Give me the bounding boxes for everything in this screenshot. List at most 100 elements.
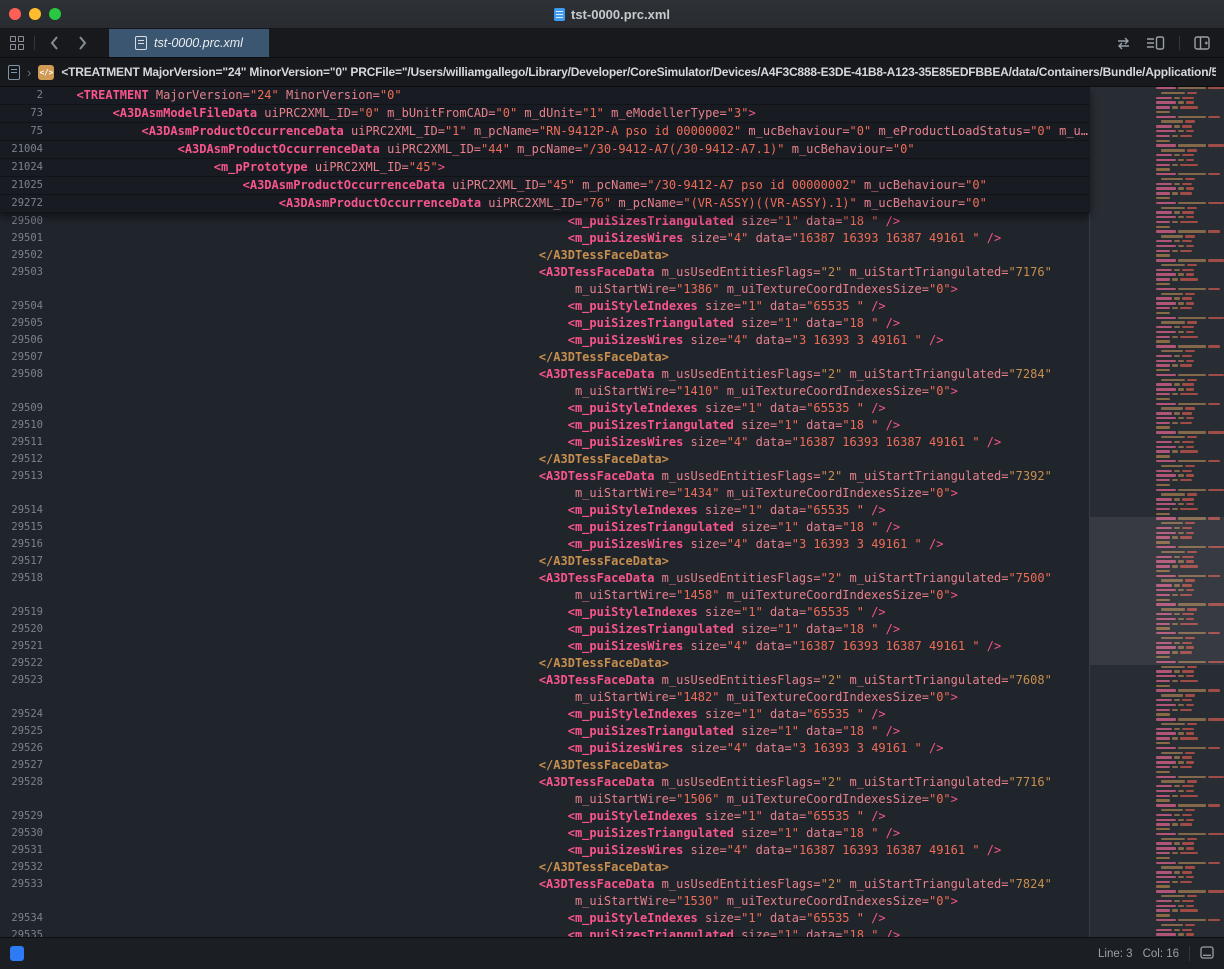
- line-number[interactable]: 29506: [0, 332, 55, 349]
- code-line[interactable]: 29512 </A3DTessFaceData>: [0, 451, 1090, 468]
- line-number[interactable]: [0, 383, 55, 400]
- line-number[interactable]: 29528: [0, 774, 55, 791]
- line-number[interactable]: 29505: [0, 315, 55, 332]
- line-number[interactable]: 21024: [0, 159, 55, 176]
- code-line[interactable]: m_uiStartWire="1482" m_uiTextureCoordInd…: [0, 689, 1090, 706]
- line-number[interactable]: 29532: [0, 859, 55, 876]
- code-line[interactable]: 29530 <m_puiSizesTriangulated size="1" d…: [0, 825, 1090, 842]
- line-number[interactable]: 29527: [0, 757, 55, 774]
- line-number[interactable]: 29530: [0, 825, 55, 842]
- minimap[interactable]: [1089, 87, 1224, 937]
- code-area[interactable]: <m_puiStyleIndexes size="1" data="65535 …: [0, 207, 1090, 937]
- line-number[interactable]: [0, 791, 55, 808]
- toggle-panel-icon[interactable]: [1200, 946, 1214, 962]
- code-line[interactable]: 29522 </A3DTessFaceData>: [0, 655, 1090, 672]
- code-line[interactable]: 29502 </A3DTessFaceData>: [0, 247, 1090, 264]
- close-window-button[interactable]: [9, 8, 21, 20]
- line-number[interactable]: 29510: [0, 417, 55, 434]
- code-line[interactable]: 29516 <m_puiSizesWires size="4" data="3 …: [0, 536, 1090, 553]
- code-line[interactable]: 75 <A3DAsmProductOccurrenceData uiPRC2XM…: [0, 123, 1090, 141]
- line-number[interactable]: 29522: [0, 655, 55, 672]
- line-number[interactable]: [0, 689, 55, 706]
- line-number[interactable]: 29533: [0, 876, 55, 893]
- preview-icon[interactable]: [1146, 36, 1165, 50]
- line-number[interactable]: 29500: [0, 213, 55, 230]
- line-number[interactable]: 29502: [0, 247, 55, 264]
- code-line[interactable]: 29525 <m_puiSizesTriangulated size="1" d…: [0, 723, 1090, 740]
- line-number[interactable]: 29503: [0, 264, 55, 281]
- line-number[interactable]: 21004: [0, 141, 55, 158]
- breadcrumb[interactable]: › </> <TREATMENT MajorVersion="24" Minor…: [0, 58, 1224, 87]
- code-line[interactable]: m_uiStartWire="1410" m_uiTextureCoordInd…: [0, 383, 1090, 400]
- line-number[interactable]: 29526: [0, 740, 55, 757]
- code-line[interactable]: 29519 <m_puiStyleIndexes size="1" data="…: [0, 604, 1090, 621]
- code-line[interactable]: m_uiStartWire="1530" m_uiTextureCoordInd…: [0, 893, 1090, 910]
- code-line[interactable]: 29534 <m_puiStyleIndexes size="1" data="…: [0, 910, 1090, 927]
- line-number[interactable]: 29509: [0, 400, 55, 417]
- line-number[interactable]: 29529: [0, 808, 55, 825]
- code-line[interactable]: 29532 </A3DTessFaceData>: [0, 859, 1090, 876]
- line-number[interactable]: 29534: [0, 910, 55, 927]
- line-number[interactable]: 29514: [0, 502, 55, 519]
- code-line[interactable]: m_uiStartWire="1506" m_uiTextureCoordInd…: [0, 791, 1090, 808]
- show-all-tabs-icon[interactable]: [10, 36, 24, 50]
- code-line[interactable]: m_uiStartWire="1458" m_uiTextureCoordInd…: [0, 587, 1090, 604]
- line-number[interactable]: 29272: [0, 195, 55, 212]
- line-number[interactable]: 29535: [0, 927, 55, 937]
- code-line[interactable]: 29533 <A3DTessFaceData m_usUsedEntitiesF…: [0, 876, 1090, 893]
- sticky-context-lines[interactable]: 2 <TREATMENT MajorVersion="24" MinorVers…: [0, 87, 1090, 213]
- code-line[interactable]: 29507 </A3DTessFaceData>: [0, 349, 1090, 366]
- file-status-badge[interactable]: [10, 946, 24, 961]
- code-line[interactable]: 29510 <m_puiSizesTriangulated size="1" d…: [0, 417, 1090, 434]
- line-number[interactable]: 2: [0, 87, 55, 104]
- code-line[interactable]: 29511 <m_puiSizesWires size="4" data="16…: [0, 434, 1090, 451]
- code-line[interactable]: 29501 <m_puiSizesWires size="4" data="16…: [0, 230, 1090, 247]
- line-number[interactable]: 29504: [0, 298, 55, 315]
- code-line[interactable]: m_uiStartWire="1434" m_uiTextureCoordInd…: [0, 485, 1090, 502]
- line-number[interactable]: 29507: [0, 349, 55, 366]
- line-number[interactable]: 75: [0, 123, 55, 140]
- code-line[interactable]: 73 <A3DAsmModelFileData uiPRC2XML_ID="0"…: [0, 105, 1090, 123]
- line-number[interactable]: 21025: [0, 177, 55, 194]
- code-line[interactable]: 29503 <A3DTessFaceData m_usUsedEntitiesF…: [0, 264, 1090, 281]
- line-number[interactable]: 29501: [0, 230, 55, 247]
- code-line[interactable]: 29505 <m_puiSizesTriangulated size="1" d…: [0, 315, 1090, 332]
- line-number[interactable]: 29513: [0, 468, 55, 485]
- code-line[interactable]: 29528 <A3DTessFaceData m_usUsedEntitiesF…: [0, 774, 1090, 791]
- code-line[interactable]: 29515 <m_puiSizesTriangulated size="1" d…: [0, 519, 1090, 536]
- line-number[interactable]: 29531: [0, 842, 55, 859]
- editor-pane[interactable]: 2 <TREATMENT MajorVersion="24" MinorVers…: [0, 87, 1224, 937]
- line-number[interactable]: 29523: [0, 672, 55, 689]
- code-line[interactable]: 29523 <A3DTessFaceData m_usUsedEntitiesF…: [0, 672, 1090, 689]
- line-number[interactable]: 73: [0, 105, 55, 122]
- line-number[interactable]: 29511: [0, 434, 55, 451]
- line-number[interactable]: 29524: [0, 706, 55, 723]
- code-line[interactable]: 21004 <A3DAsmProductOccurrenceData uiPRC…: [0, 141, 1090, 159]
- code-line[interactable]: 21024 <m_pPrototype uiPRC2XML_ID="45">: [0, 159, 1090, 177]
- line-number[interactable]: 29515: [0, 519, 55, 536]
- sync-icon[interactable]: [1115, 37, 1132, 50]
- zoom-window-button[interactable]: [49, 8, 61, 20]
- code-line[interactable]: 29520 <m_puiSizesTriangulated size="1" d…: [0, 621, 1090, 638]
- code-line[interactable]: 29517 </A3DTessFaceData>: [0, 553, 1090, 570]
- line-number[interactable]: 29508: [0, 366, 55, 383]
- line-number[interactable]: 29520: [0, 621, 55, 638]
- code-line[interactable]: 29272 <A3DAsmProductOccurrenceData uiPRC…: [0, 195, 1090, 213]
- code-line[interactable]: m_uiStartWire="1386" m_uiTextureCoordInd…: [0, 281, 1090, 298]
- line-number[interactable]: 29521: [0, 638, 55, 655]
- code-line[interactable]: 29521 <m_puiSizesWires size="4" data="16…: [0, 638, 1090, 655]
- code-line[interactable]: 29514 <m_puiStyleIndexes size="1" data="…: [0, 502, 1090, 519]
- code-line[interactable]: 29500 <m_puiSizesTriangulated size="1" d…: [0, 213, 1090, 230]
- line-number[interactable]: 29519: [0, 604, 55, 621]
- code-line[interactable]: 29509 <m_puiStyleIndexes size="1" data="…: [0, 400, 1090, 417]
- forward-chevron-icon[interactable]: [73, 34, 91, 52]
- back-chevron-icon[interactable]: [45, 34, 63, 52]
- minimize-window-button[interactable]: [29, 8, 41, 20]
- code-line[interactable]: 29508 <A3DTessFaceData m_usUsedEntitiesF…: [0, 366, 1090, 383]
- code-line[interactable]: 29529 <m_puiStyleIndexes size="1" data="…: [0, 808, 1090, 825]
- code-line[interactable]: 29506 <m_puiSizesWires size="4" data="3 …: [0, 332, 1090, 349]
- code-line[interactable]: 29535 <m_puiSizesTriangulated size="1" d…: [0, 927, 1090, 937]
- tab-tst-0000-prc-xml[interactable]: tst-0000.prc.xml: [109, 29, 269, 57]
- line-number[interactable]: 29512: [0, 451, 55, 468]
- line-number[interactable]: [0, 587, 55, 604]
